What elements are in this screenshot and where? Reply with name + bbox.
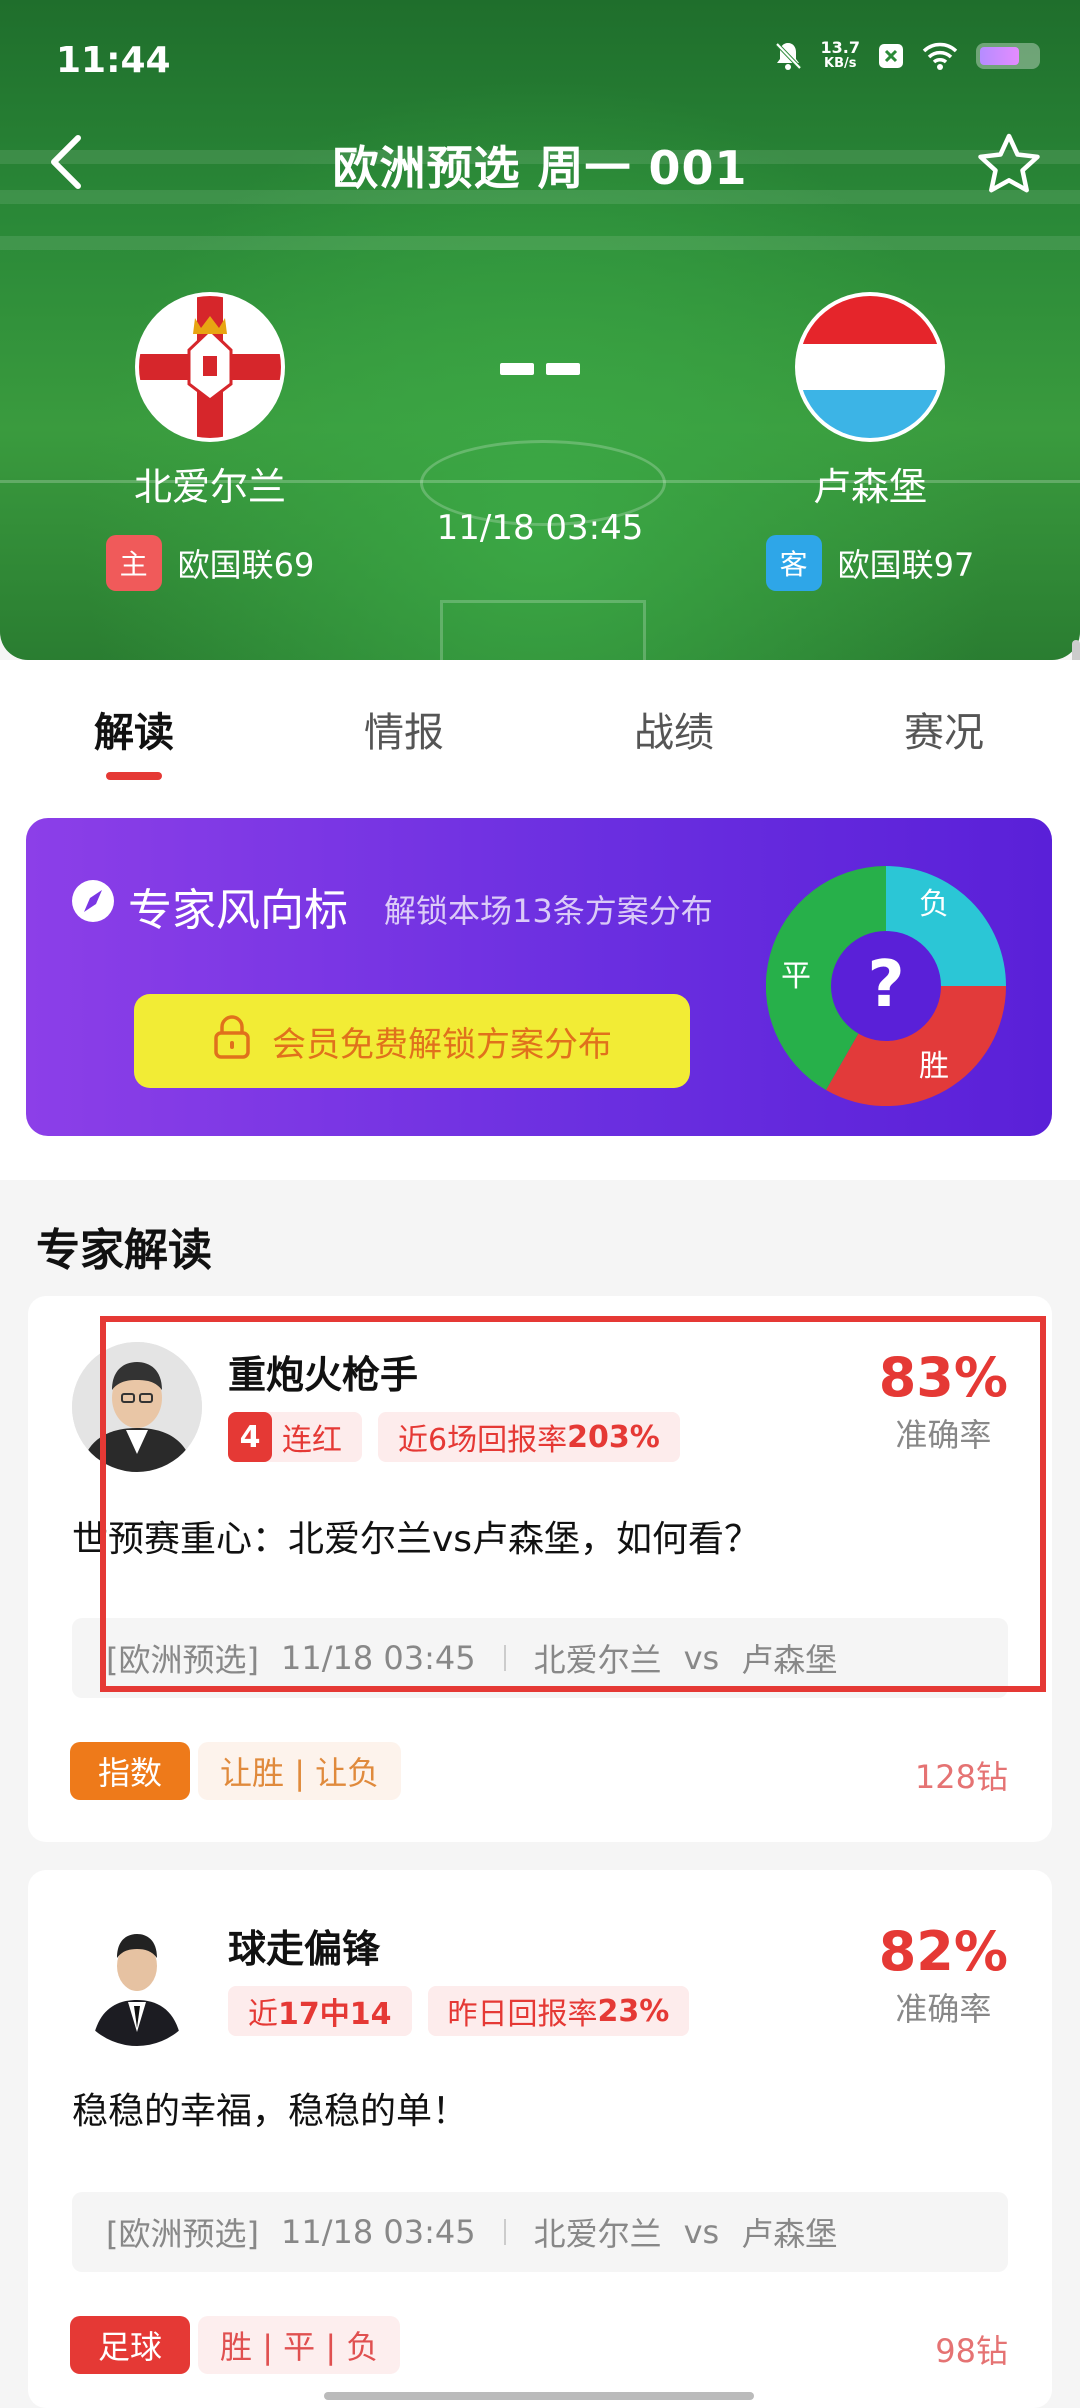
- compass-icon: [70, 878, 116, 935]
- favorite-star-button[interactable]: [974, 130, 1044, 200]
- donut-label-draw: 平: [781, 959, 811, 994]
- expert-card[interactable]: 球走偏锋 近 17中14 昨日回报率 23% 82% 准确率 稳稳的幸福，稳稳的…: [28, 1870, 1052, 2408]
- avatar[interactable]: [72, 1916, 202, 2046]
- promo-title: 专家风向标: [70, 874, 348, 938]
- accuracy-block: 82% 准确率: [879, 1924, 1008, 2030]
- battery-icon: [976, 43, 1040, 69]
- match-vs: vs: [683, 2213, 720, 2251]
- tab-intel[interactable]: 情报: [304, 700, 504, 758]
- network-speed: 13.7 KB/s: [821, 40, 860, 72]
- home-indicator[interactable]: [324, 2392, 754, 2400]
- net-speed-unit: KB/s: [824, 56, 857, 71]
- lock-icon: [212, 1014, 252, 1068]
- net-speed-value: 13.7: [820, 38, 860, 57]
- promo-title-text: 专家风向标: [128, 885, 348, 936]
- category-badge: 足球: [70, 2316, 191, 2374]
- section-title: 专家解读: [36, 1225, 212, 1276]
- promo-section: 专家风向标 解锁本场13条方案分布 会员免费解锁方案分布 ? 负 胜 平: [0, 790, 1080, 1180]
- match-info-strip: [欧洲预选] 11/18 03:45 北爱尔兰 vs 卢森堡: [72, 2192, 1008, 2272]
- away-team-name: 卢森堡: [812, 465, 927, 509]
- stadium-stands: [0, 236, 1080, 250]
- page-title: 欧洲预选 周一 001: [332, 141, 748, 195]
- price-label: 128钻: [914, 1758, 1008, 1796]
- home-team-name: 北爱尔兰: [133, 465, 286, 509]
- article-headline[interactable]: 稳稳的幸福，稳稳的单！: [72, 2082, 468, 2134]
- away-side-tag: 客: [765, 535, 822, 591]
- app-notification-icon: [878, 43, 904, 69]
- wifi-icon: [922, 42, 958, 70]
- luxembourg-flag-icon: [795, 292, 945, 442]
- expert-name: 球走偏锋: [228, 1927, 381, 1971]
- hit-record-value: 17中14: [278, 1997, 392, 2032]
- hit-record-badge: 近 17中14: [228, 1986, 412, 2036]
- play-types: 让胜 | 让负: [198, 1742, 402, 1800]
- match-league: [欧洲预选]: [106, 2215, 259, 2253]
- hit-record-prefix: 近: [248, 1997, 278, 2032]
- mute-bell-icon: [773, 40, 803, 72]
- donut-label-lose: 负: [919, 887, 949, 922]
- away-team[interactable]: 卢森堡 客 欧国联97: [720, 292, 1020, 591]
- return-rate-label: 昨日回报率: [447, 1997, 598, 2032]
- accuracy-label: 准确率: [895, 1990, 992, 2028]
- expert-trend-banner[interactable]: 专家风向标 解锁本场13条方案分布 会员免费解锁方案分布 ? 负 胜 平: [26, 818, 1052, 1136]
- match-away: 卢森堡: [741, 2215, 838, 2253]
- category-badge: 指数: [70, 1742, 191, 1800]
- pitch-box: [440, 600, 646, 660]
- donut-center-mark: ?: [867, 948, 904, 1022]
- match-time: 11/18 03:45: [280, 2213, 476, 2251]
- tab-live[interactable]: 赛况: [844, 700, 1044, 758]
- member-unlock-button[interactable]: 会员免费解锁方案分布: [134, 994, 690, 1088]
- tab-record[interactable]: 战绩: [574, 700, 774, 758]
- price-label: 98钻: [935, 2332, 1008, 2370]
- result-distribution-donut: ? 负 胜 平: [766, 866, 1006, 1106]
- donut-label-win: 胜: [919, 1049, 949, 1084]
- return-rate-badge: 昨日回报率 23%: [427, 1986, 690, 2036]
- tab-analysis[interactable]: 解读: [34, 700, 234, 758]
- promo-subtitle: 解锁本场13条方案分布: [384, 892, 713, 930]
- tab-bar: 解读 情报 战绩 赛况: [0, 660, 1080, 790]
- match-header: 11:44 13.7 KB/s 欧洲预选 周一 001 北爱尔兰 主 欧国联69…: [0, 0, 1080, 660]
- highlight-box: [100, 1316, 1046, 1692]
- match-home: 北爱尔兰: [533, 2215, 662, 2253]
- away-league-rank: 欧国联97: [837, 546, 975, 584]
- status-time: 11:44: [56, 40, 171, 81]
- tab-active-indicator: [106, 772, 162, 780]
- play-types: 胜 | 平 | 负: [198, 2316, 401, 2374]
- divider: [503, 2219, 506, 2245]
- return-rate-value: 23%: [597, 1993, 670, 2029]
- unlock-button-label: 会员免费解锁方案分布: [272, 1024, 612, 1065]
- accuracy-value: 82%: [878, 1920, 1008, 1983]
- status-bar: 11:44 13.7 KB/s: [0, 0, 1080, 110]
